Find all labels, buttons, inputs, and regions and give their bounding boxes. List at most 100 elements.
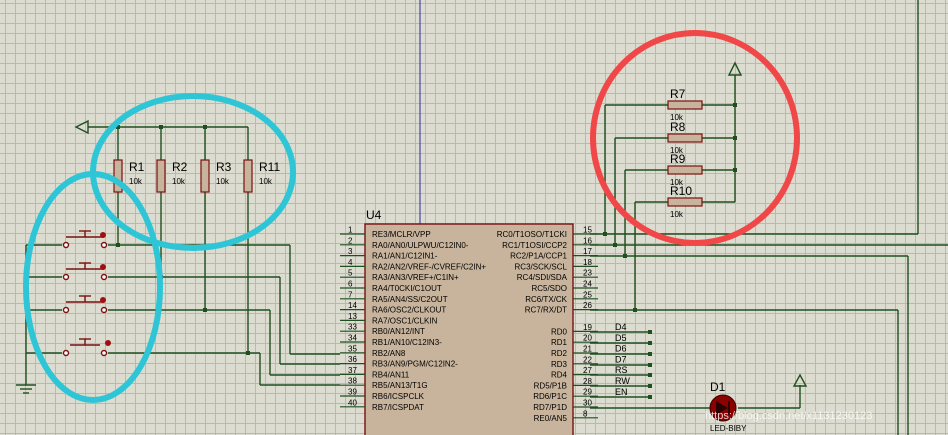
pin-name: RA5/AN4/SS/C2OUT [372, 295, 448, 304]
pin-name: RD4 [551, 371, 568, 380]
pin-name: RE0/AN5 [534, 414, 568, 423]
pin-name: RB5/AN13/T1G [372, 381, 428, 390]
pin-number: 22 [583, 355, 592, 364]
resistor-r2[interactable]: R2 10k [156, 159, 188, 193]
push-button-1[interactable] [62, 230, 108, 249]
pin-number: 23 [583, 269, 592, 278]
pin-number: 33 [348, 323, 357, 332]
net-label: RS [615, 365, 628, 375]
pin-name: RC2/P1A/CCP1 [510, 252, 567, 261]
resistor-r3-ref: R3 [216, 160, 232, 174]
pin-name: RD7/P1D [533, 403, 567, 412]
pin-number: 8 [583, 409, 588, 418]
pin-name: RD5/P1B [534, 381, 567, 390]
pin-number: 13 [348, 312, 357, 321]
led-ref: D1 [710, 380, 726, 394]
pin-number: 27 [583, 366, 592, 375]
pin-name: RB3/AN9/PGM/C12IN2- [372, 360, 458, 369]
pin-name: RC3/SCK/SCL [515, 262, 568, 271]
pin-number: 36 [348, 355, 357, 364]
net-label: D4 [615, 322, 627, 332]
net-labels: D4D5D6D7RSRWEN [615, 322, 630, 397]
resistor-r2-ref: R2 [172, 160, 188, 174]
resistor-r8[interactable]: R8 10k [667, 120, 703, 155]
pin-number: 7 [348, 290, 353, 299]
net-label: D7 [615, 354, 627, 364]
resistor-r11-value: 10k [259, 177, 273, 186]
resistor-r10-ref: R10 [670, 184, 692, 198]
resistor-r11[interactable]: R11 10k [243, 159, 280, 193]
pin-number: 35 [348, 344, 357, 353]
pin-number: 26 [583, 301, 592, 310]
pin-number: 1 [348, 226, 353, 235]
pin-name: RD3 [551, 360, 568, 369]
pin-number: 5 [348, 269, 353, 278]
pin-number: 38 [348, 377, 357, 386]
pin-name: RC1/T1OSI/CCP2 [502, 241, 567, 250]
pin-number: 15 [583, 226, 592, 235]
resistor-r1-ref: R1 [129, 160, 145, 174]
pin-name: RB1/AN10/C12IN3- [372, 338, 442, 347]
pin-number: 14 [348, 301, 357, 310]
led-d1[interactable]: D1 LED-BIBY [709, 380, 747, 433]
pin-number: 24 [583, 280, 592, 289]
power-terminal-left-icon [74, 119, 89, 135]
chip-ref: U4 [366, 208, 382, 222]
pin-number: 18 [583, 258, 592, 267]
resistor-r3[interactable]: R3 10k [200, 159, 232, 193]
power-terminal-right-icon [727, 61, 743, 76]
pin-number: 25 [583, 290, 592, 299]
pin-number: 2 [348, 236, 353, 245]
resistor-r7[interactable]: R7 10k [667, 87, 703, 122]
pin-name: RB7/ICSPDAT [372, 403, 424, 412]
chip-u4[interactable]: U4 1 RE3/MCLR/VPP 2 RA0/AN0/ULPWU/C12IN0- 3 R… [340, 208, 598, 435]
pin-name: RD2 [551, 349, 568, 358]
resistor-r2-value: 10k [172, 177, 186, 186]
pin-number: 28 [583, 377, 592, 386]
net-label: D6 [615, 344, 627, 354]
pin-number: 40 [348, 398, 357, 407]
resistor-r1-value: 10k [129, 177, 143, 186]
pin-name: RA0/AN0/ULPWU/C12IN0- [372, 241, 469, 250]
pin-name: RD6/P1C [533, 392, 567, 401]
net-label: D5 [615, 333, 627, 343]
pin-number: 29 [583, 388, 592, 397]
pin-number: 4 [348, 258, 353, 267]
pin-name: RC7/RX/DT [525, 306, 567, 315]
pin-name: RB4/AN11 [372, 370, 410, 379]
net-label: EN [615, 387, 628, 397]
pin-name: RB6/ICSPCLK [372, 392, 425, 401]
pin-name: RC6/TX/CK [525, 295, 567, 304]
pin-name: RE3/MCLR/VPP [372, 230, 431, 239]
net-label: RW [615, 376, 630, 386]
pin-number: 17 [583, 247, 592, 256]
pin-number: 39 [348, 388, 357, 397]
led-value: LED-BIBY [710, 424, 747, 433]
pin-number: 6 [348, 280, 353, 289]
resistor-r3-value: 10k [216, 177, 230, 186]
pin-name: RA4/T0CKI/C1OUT [372, 284, 442, 293]
ground-icon [16, 384, 36, 394]
pin-name: RA6/OSC2/CLKOUT [372, 306, 446, 315]
push-button-2[interactable] [62, 262, 108, 281]
watermark-text: https://blog.csdn.net/x1131230123 [705, 410, 872, 422]
push-button-4[interactable] [62, 338, 112, 357]
resistor-r9[interactable]: R9 10k [667, 152, 703, 187]
pin-number: 30 [583, 399, 592, 408]
resistor-r1[interactable]: R1 10k [113, 159, 145, 193]
resistor-r8-ref: R8 [670, 120, 686, 134]
resistor-r9-ref: R9 [670, 152, 686, 166]
pin-name: RB0/AN12/INT [372, 327, 425, 336]
pin-name: RC0/T1OSO/T1CKI [497, 230, 567, 239]
pin-number: 19 [583, 323, 592, 332]
power-terminal-led-icon [792, 373, 808, 387]
pin-name: RA2/AN2/VREF-/CVREF/C2IN+ [372, 262, 486, 271]
pin-name: RC5/SDO [531, 284, 567, 293]
pin-name: RA7/OSC1/CLKIN [372, 316, 438, 325]
resistor-r11-ref: R11 [259, 160, 280, 174]
resistor-r10-value: 10k [670, 210, 684, 219]
push-button-3[interactable] [62, 295, 108, 314]
pin-name: RA3/AN3/VREF+/C1IN+ [372, 273, 459, 282]
schematic-canvas: R1 10k R2 10k R3 10k R11 10k R7 10k R8 1… [16, 0, 948, 435]
resistor-r10[interactable]: R10 10k [667, 184, 703, 219]
